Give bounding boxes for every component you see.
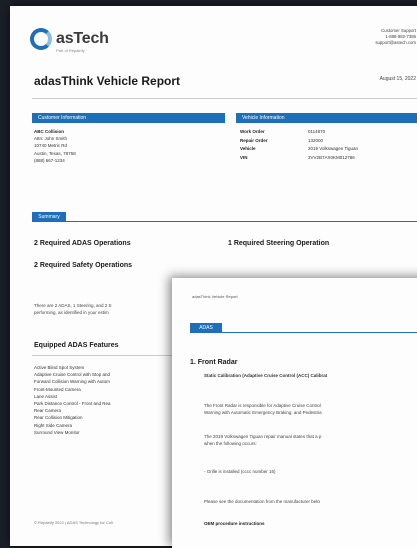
support-email: support@astech.com [375, 40, 416, 45]
logo-text: asTech [56, 30, 109, 47]
vehicle-row: VIN 3VV2B7AX0KM012786 [240, 154, 358, 163]
support-block: Customer Support 1-888-882-7386 support@… [375, 28, 416, 46]
customer-line: Austin, Texas, 78758 [34, 150, 76, 156]
feature-item: Surround View Monitor [34, 429, 80, 435]
vehicle-row-label: Work Order [240, 129, 265, 134]
repair-manual-line: The 2019 Volkswagen Tiguan repair manual… [204, 434, 322, 439]
summary-paragraph-line: There are 2 ADAS, 1 Steering, and 2 S [34, 303, 112, 308]
vehicle-row-label: Vehicle [240, 146, 256, 152]
astech-logo: asTech Part of Repairify [30, 28, 109, 53]
oem-procedure-heading: OEM procedure instructions [204, 521, 265, 526]
repair-manual-line: when the following occurs: [204, 441, 257, 446]
page-footer: © Repairify 2022 | ADAS Technology for C… [34, 520, 113, 525]
vehicle-row-value: 2019 Volkswagen Tiguan [308, 146, 359, 152]
feature-item: Adaptive Cruise Control with Stop and [34, 372, 111, 378]
feature-item: Park Distance Control - Front and Rea [34, 401, 111, 407]
vehicle-row: Work Order 0114870 [240, 128, 358, 137]
feature-item: Rear Camera [34, 408, 62, 414]
vehicle-row-label: VIN [240, 155, 248, 161]
feature-item: Forward Collision Warning with Autom [34, 379, 110, 385]
equipped-features-list: Active Blind Spot System Adaptive Cruise… [34, 364, 111, 436]
customer-name: ABC Collision [34, 129, 64, 134]
summary-tab: Summary [32, 212, 66, 222]
summary-paragraph-line: performing, as identified in your estim [34, 310, 109, 315]
astech-logo-icon [30, 28, 52, 50]
steering-operations-count: 1 Required Steering Operation [228, 240, 330, 247]
feature-item: Front-Mounted Camera [34, 386, 81, 392]
customer-info: ABC Collision Attn: John Smith 10740 Met… [34, 128, 76, 164]
adas-operations-count: 2 Required ADAS Operations [34, 240, 131, 247]
radar-description: The Front Radar is responsible for Adapt… [204, 402, 322, 416]
front-radar-title: 1. Front Radar [190, 359, 238, 366]
report-date: August 15, 2022 [379, 76, 416, 82]
customer-line: 10740 Metric Rd [34, 143, 68, 149]
radar-description-line: Warning with Automatic Emergency Braking… [204, 410, 322, 415]
vehicle-info: Work Order 0114870 Repair Order 132000 Veh… [240, 128, 358, 163]
calibration-type: Static Calibration (Adaptive Cruise Cont… [204, 373, 328, 378]
vehicle-row-value: 132000 [308, 137, 324, 143]
vehicle-row-label: Repair Order [240, 137, 268, 143]
feature-item: Right Side Camera [34, 422, 73, 428]
condition-item: - Grille is installed (cccc number 16) [204, 469, 276, 474]
adas-detail-page: adasThink Vehicle Report ADAS 1. Front R… [172, 278, 417, 548]
vehicle-row: Vehicle 2019 Volkswagen Tiguan [240, 145, 358, 154]
equipped-features-heading: Equipped ADAS Features [34, 342, 119, 349]
summary-divider [66, 221, 417, 222]
feature-item: Active Blind Spot System [34, 365, 85, 370]
vehicle-section-header: Vehicle Information [236, 113, 417, 123]
radar-description-line: The Front Radar is responsible for Adapt… [204, 403, 321, 408]
overlay-page-header: adasThink Vehicle Report [192, 294, 238, 299]
header-divider [32, 98, 417, 99]
summary-paragraph: There are 2 ADAS, 1 Steering, and 2 S pe… [34, 302, 194, 316]
vehicle-row-value: 3VV2B7AX0KM012786 [308, 155, 355, 161]
adas-tab: ADAS [190, 323, 222, 333]
report-title: adasThink Vehicle Report [34, 74, 181, 88]
logo-tagline: Part of Repairify [56, 48, 85, 53]
feature-item: Lane Assist [34, 393, 58, 399]
customer-line: (888) 667-1234 [34, 157, 65, 163]
documentation-note: Please see the documentation from the ma… [204, 499, 320, 504]
customer-line: Attn: John Smith [34, 136, 68, 142]
repair-manual-note: The 2019 Volkswagen Tiguan repair manual… [204, 433, 321, 447]
safety-operations-count: 2 Required Safety Operations [34, 262, 133, 269]
customer-section-header: Customer Information [32, 113, 225, 123]
vehicle-row-value: 0114870 [308, 129, 326, 134]
vehicle-row: Repair Order 132000 [240, 137, 358, 146]
adas-divider [222, 332, 417, 333]
feature-item: Rear Collision Mitigation [34, 415, 83, 421]
